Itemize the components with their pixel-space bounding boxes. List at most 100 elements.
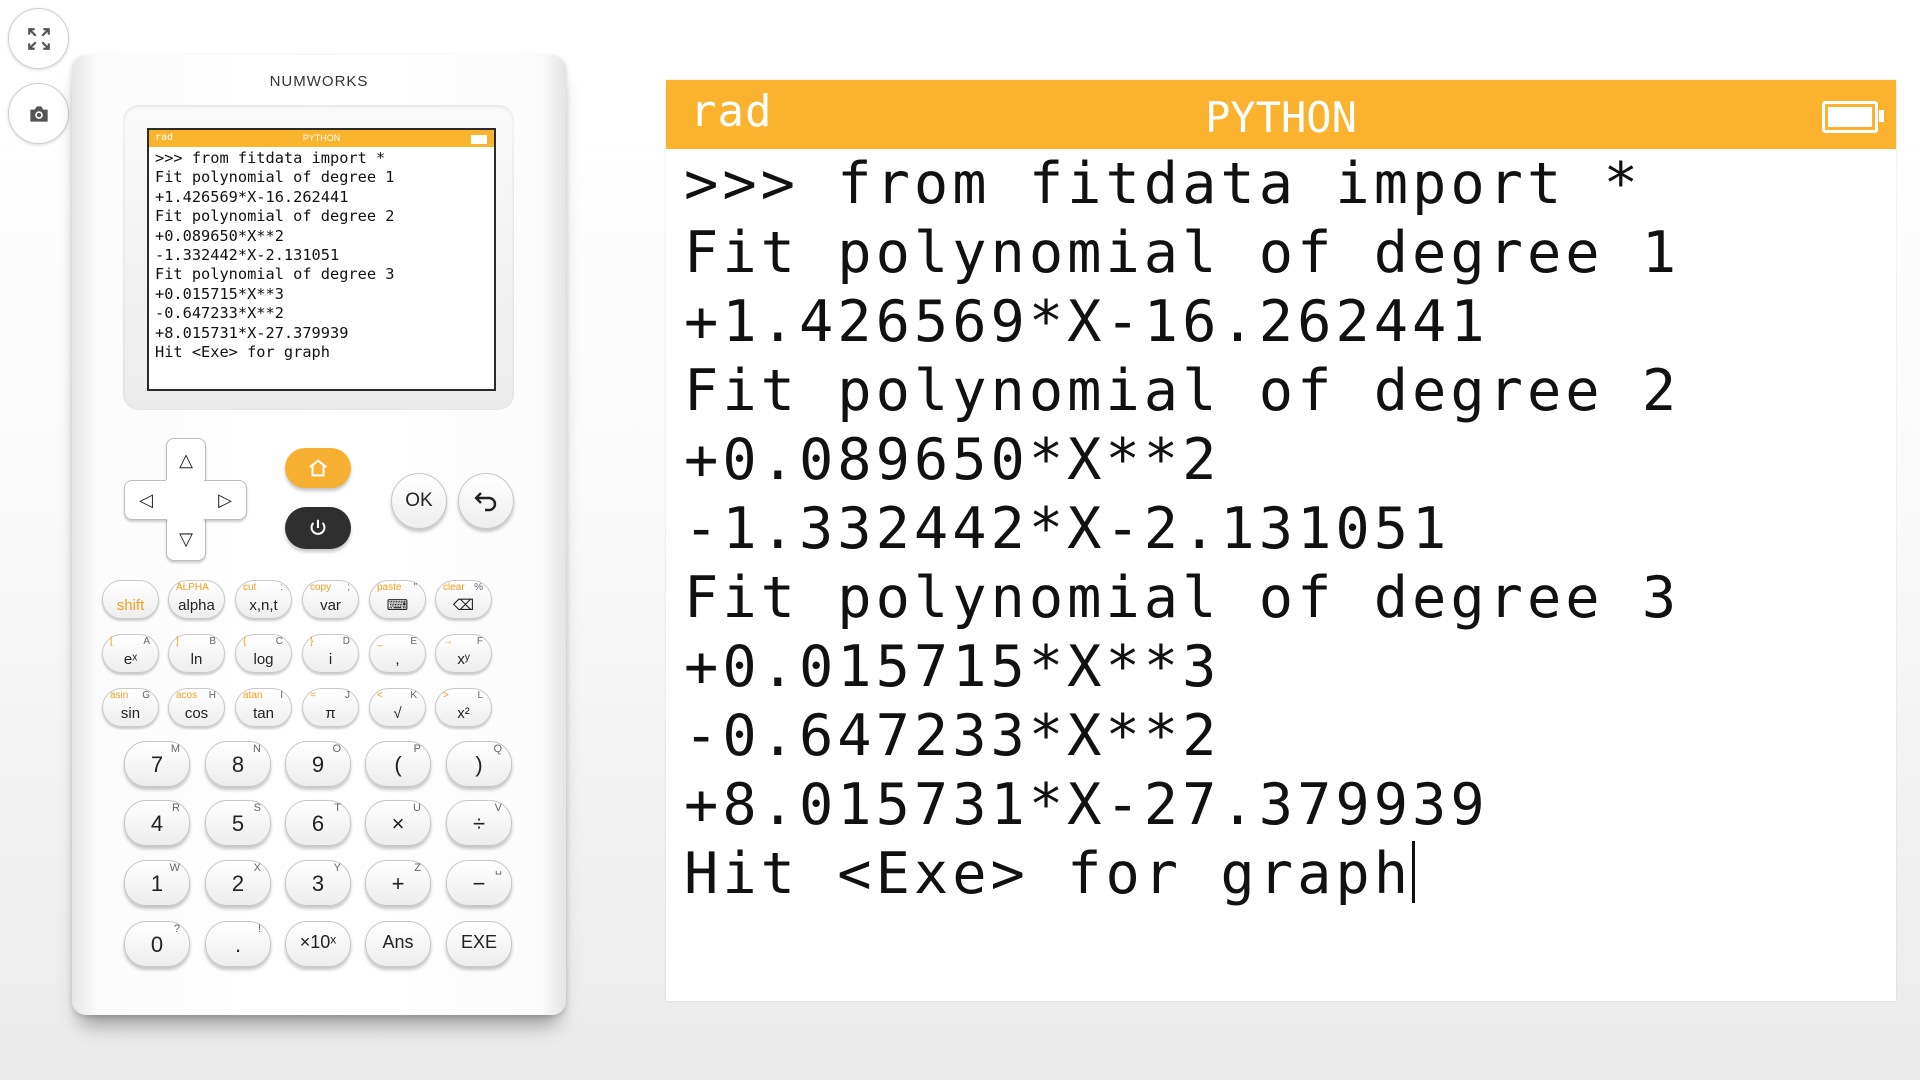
back-button[interactable]	[458, 473, 514, 529]
key-label: (	[394, 752, 402, 777]
key-0-1[interactable]: alpha ALPHA	[168, 580, 225, 619]
key-alpha-label: O	[332, 743, 341, 755]
key-shift-label: cut	[243, 582, 257, 593]
key-alpha-label: N	[253, 743, 261, 755]
key-label: xʸ	[457, 651, 470, 668]
key-alpha-label: %	[474, 582, 483, 593]
num-key-0-3[interactable]: (P	[365, 741, 431, 787]
num-key-3-4[interactable]: EXE	[446, 921, 512, 967]
key-1-0[interactable]: eˣ [A	[102, 634, 159, 673]
mini-console-line: Fit polynomial of degree 2	[155, 207, 395, 226]
num-key-1-3[interactable]: × U	[365, 800, 431, 846]
calculator-screen: rad PYTHON >>> from fitdata import * Fit …	[666, 80, 1896, 1001]
key-label: π	[325, 705, 336, 722]
num-key-1-0[interactable]: 4R	[124, 800, 190, 846]
key-1-1[interactable]: ln] B	[168, 634, 225, 673]
key-shift-label: {	[243, 636, 247, 647]
num-key-2-2[interactable]: 3Y	[285, 860, 351, 906]
key-alpha-label: Y	[333, 862, 341, 874]
key-label: ×	[391, 811, 405, 836]
key-alpha-label: R	[172, 802, 180, 814]
mini-console-line: -1.332442*X-2.131051	[155, 246, 340, 265]
ok-button[interactable]: OK	[391, 473, 447, 529]
key-0-0[interactable]: shift	[102, 580, 159, 619]
dpad-left-button[interactable]: ◁	[124, 480, 167, 520]
key-alpha-label: F	[476, 636, 483, 647]
key-label: 1	[150, 871, 164, 896]
key-label: 4	[150, 811, 164, 836]
num-key-2-1[interactable]: 2X	[205, 860, 271, 906]
power-button[interactable]	[285, 507, 351, 549]
key-alpha-label: E	[410, 636, 417, 647]
key-alpha-label: U	[413, 802, 421, 814]
key-1-2[interactable]: log { C	[235, 634, 292, 673]
key-0-2[interactable]: x,n,t cut:	[235, 580, 292, 619]
key-shift-label: ALPHA	[176, 582, 209, 593]
key-2-0[interactable]: sin asin G	[102, 688, 159, 727]
mini-battery-icon	[471, 135, 487, 144]
key-alpha-label: ?	[173, 923, 180, 935]
num-key-0-0[interactable]: 7M	[124, 741, 190, 787]
power-icon	[310, 519, 326, 535]
dpad-up-button[interactable]: △	[166, 438, 206, 481]
console-line: -0.647233*X**2	[684, 703, 1221, 769]
key-alpha-label: Q	[493, 743, 502, 755]
key-0-4[interactable]: ⌨ paste "	[369, 580, 426, 619]
num-key-0-4[interactable]: ) Q	[446, 741, 512, 787]
key-label: ⌨	[386, 597, 409, 614]
num-key-3-1[interactable]: .!	[205, 921, 271, 967]
key-shift-label: }	[310, 636, 314, 647]
num-key-2-3[interactable]: + Z	[365, 860, 431, 906]
key-label: ⌫	[452, 597, 475, 614]
key-2-4[interactable]: √ < K	[369, 688, 426, 727]
screenshot-button[interactable]	[8, 83, 69, 144]
key-alpha-label: M	[170, 743, 180, 755]
key-label: i	[328, 651, 333, 668]
dpad-right-button[interactable]: ▷	[204, 480, 247, 520]
key-label: 2	[231, 871, 245, 896]
key-alpha-label: T	[334, 802, 341, 814]
key-shift-label: asin	[110, 690, 129, 701]
key-alpha-label: S	[253, 802, 261, 814]
key-label: sin	[120, 705, 141, 722]
num-key-3-2[interactable]: ×10ˣ	[285, 921, 351, 967]
mini-title-bar: rad PYTHON	[149, 130, 494, 147]
key-2-3[interactable]: π = J	[302, 688, 359, 727]
mini-console-line: +0.089650*X**2	[155, 226, 284, 245]
key-alpha-label: I	[280, 690, 283, 701]
num-key-1-1[interactable]: 5S	[205, 800, 271, 846]
dpad-down-button[interactable]: ▽	[166, 518, 206, 561]
dpad: △ ▽ ◁ ▷	[124, 438, 248, 562]
key-alpha-label: L	[477, 690, 483, 701]
key-shift-label: atan	[243, 690, 263, 701]
num-key-2-0[interactable]: 1W	[124, 860, 190, 906]
ok-label: OK	[405, 490, 433, 511]
mini-console-line: >>> from fitdata import *	[155, 149, 386, 167]
num-key-0-1[interactable]: 8N	[205, 741, 271, 787]
num-key-3-0[interactable]: 0?	[124, 921, 190, 967]
key-1-5[interactable]: xʸ → F	[435, 634, 492, 673]
key-0-3[interactable]: var copy;	[302, 580, 359, 619]
python-console[interactable]: >>> from fitdata import * Fit polynomial …	[684, 150, 1680, 909]
key-label: log	[253, 651, 274, 668]
num-key-1-2[interactable]: 6T	[285, 800, 351, 846]
key-1-3[interactable]: i} D	[302, 634, 359, 673]
console-line: +0.089650*X**2	[684, 427, 1221, 493]
key-2-1[interactable]: cos acos H	[168, 688, 225, 727]
home-button[interactable]	[285, 448, 351, 488]
key-alpha-label: C	[275, 636, 283, 647]
num-key-0-2[interactable]: 9O	[285, 741, 351, 787]
num-key-1-4[interactable]: ÷ V	[446, 800, 512, 846]
key-1-4[interactable]: , _ E	[369, 634, 426, 673]
fullscreen-button[interactable]	[8, 8, 69, 69]
mini-console-line: +8.015731*X-27.379939	[155, 323, 349, 342]
key-0-5[interactable]: ⌫ clear%	[435, 580, 492, 619]
key-label: ×10ˣ	[299, 932, 337, 952]
key-shift-label: →	[443, 636, 453, 647]
num-key-3-3[interactable]: Ans	[365, 921, 431, 967]
key-2-5[interactable]: x² > L	[435, 688, 492, 727]
key-2-2[interactable]: tan atan I	[235, 688, 292, 727]
num-key-2-4[interactable]: − ␣	[446, 860, 512, 906]
key-alpha-label: "	[413, 582, 417, 593]
key-alpha-label: Z	[414, 862, 421, 874]
